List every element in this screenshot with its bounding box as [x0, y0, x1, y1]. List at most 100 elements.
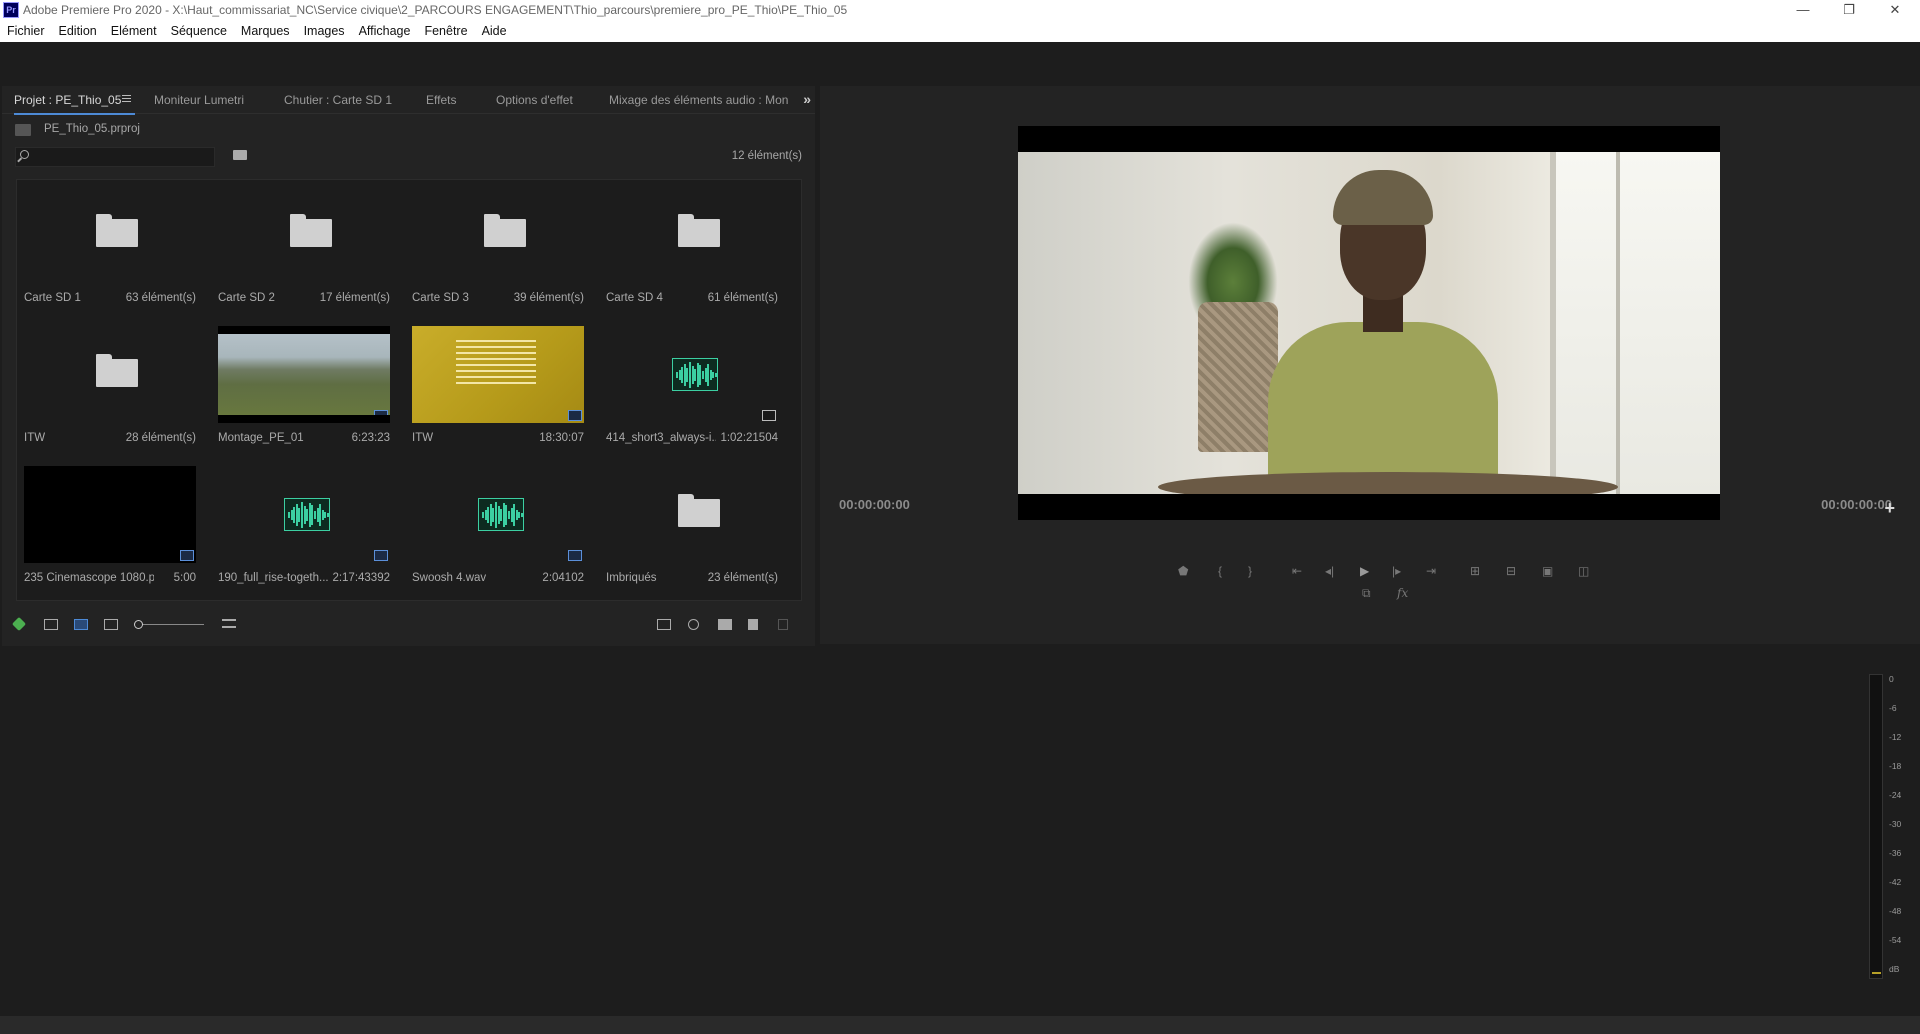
menu-marques[interactable]: Marques	[241, 21, 290, 38]
sequence-icon	[568, 410, 582, 421]
menu-affichage[interactable]: Affichage	[359, 21, 411, 38]
audio-waveform-icon	[284, 498, 330, 531]
thumbnail	[218, 326, 390, 423]
meter-tick: -12	[1889, 732, 1902, 742]
tab-lumetri[interactable]: Moniteur Lumetri	[154, 93, 244, 107]
project-item-imbriques[interactable]: Imbriqués 23 élément(s)	[599, 460, 792, 600]
item-meta: 5:00	[173, 572, 196, 584]
add-marker-icon[interactable]: ⬟	[1178, 564, 1188, 578]
go-to-out-icon[interactable]: ⇥	[1426, 564, 1436, 578]
go-to-in-icon[interactable]: ⇤	[1292, 564, 1302, 578]
lift-icon[interactable]: ⊞	[1470, 564, 1480, 578]
thumbnail	[606, 466, 778, 563]
menu-sequence[interactable]: Séquence	[171, 21, 227, 38]
global-fx-mute-icon[interactable]: fx	[1397, 586, 1408, 600]
audio-waveform-icon	[672, 358, 718, 391]
item-name: Carte SD 3	[412, 292, 469, 304]
tab-effects[interactable]: Effets	[426, 93, 456, 107]
panel-menu-icon[interactable]	[122, 95, 131, 96]
tab-project[interactable]: Projet : PE_Thio_05	[14, 93, 136, 115]
menu-edition[interactable]: Edition	[59, 21, 97, 38]
play-icon[interactable]: ▶	[1360, 564, 1369, 578]
project-item-cinemascope-png[interactable]: 235 Cinemascope 1080.png 5:00	[17, 460, 210, 600]
write-protect-icon[interactable]	[11, 616, 27, 632]
item-meta: 2:17:43392	[332, 572, 390, 584]
item-name: Imbriqués	[606, 572, 657, 584]
thumbnail	[218, 466, 390, 563]
project-item-carte-sd-2[interactable]: Carte SD 2 17 élément(s)	[211, 180, 404, 320]
project-item-montage-pe-01[interactable]: Montage_PE_01 6:23:23	[211, 320, 404, 460]
window-title: Adobe Premiere Pro 2020 - X:\Haut_commis…	[23, 3, 848, 17]
minimize-button[interactable]: —	[1780, 0, 1826, 21]
audio-clip-icon	[568, 550, 582, 561]
tab-audio-mixer[interactable]: Mixage des éléments audio : Mon	[609, 93, 788, 107]
new-item-icon[interactable]	[748, 619, 758, 630]
trash-icon[interactable]	[778, 619, 788, 630]
project-search[interactable]	[15, 147, 215, 167]
tab-effect-controls[interactable]: Options d'effet	[496, 93, 573, 107]
project-item-carte-sd-3[interactable]: Carte SD 3 39 élément(s)	[405, 180, 598, 320]
item-meta: 18:30:07	[539, 432, 584, 444]
project-item-itw-sequence[interactable]: ITW 18:30:07	[405, 320, 598, 460]
playhead-timecode[interactable]: 00:00:00:00	[839, 497, 910, 512]
export-frame-icon[interactable]: ▣	[1542, 564, 1553, 578]
item-name: ITW	[412, 432, 434, 444]
project-item-190-full-rise[interactable]: 190_full_rise-togeth... 2:17:43392	[211, 460, 404, 600]
meter-tick: -18	[1889, 761, 1902, 771]
waveform-bar	[521, 512, 523, 517]
restore-button[interactable]: ❐	[1826, 0, 1872, 21]
thumbnail	[412, 466, 584, 563]
thumbnail	[606, 326, 778, 423]
button-editor-icon[interactable]: +	[1884, 498, 1895, 519]
new-bin-icon[interactable]	[718, 619, 732, 630]
project-grid: Carte SD 1 63 élément(s) Carte SD 2 17 é…	[16, 179, 802, 601]
sort-icons-icon[interactable]	[222, 619, 236, 628]
freeform-view-icon[interactable]	[104, 619, 118, 630]
mark-out-icon[interactable]: }	[1248, 564, 1252, 578]
item-count: 12 élément(s)	[731, 150, 802, 162]
item-meta: 2:04102	[542, 572, 584, 584]
search-input[interactable]	[36, 149, 212, 165]
new-search-bin-icon[interactable]	[233, 150, 247, 160]
icon-view-icon[interactable]	[74, 619, 88, 630]
step-back-icon[interactable]: ◂|	[1325, 564, 1334, 578]
extract-icon[interactable]: ⊟	[1506, 564, 1516, 578]
mark-in-icon[interactable]: {	[1218, 564, 1222, 578]
audio-meter: 0 -6 -12 -18 -24 -30 -36 -42 -48 -54 dB	[1867, 672, 1913, 982]
toggle-proxies-icon[interactable]: ⧉	[1362, 586, 1371, 601]
project-item-itw-folder[interactable]: ITW 28 élément(s)	[17, 320, 210, 460]
thumbnail	[412, 186, 584, 283]
tabs-overflow-icon[interactable]: »	[803, 91, 811, 107]
menu-images[interactable]: Images	[304, 21, 345, 38]
menu-element[interactable]: Elément	[111, 21, 157, 38]
sequence-icon	[374, 410, 388, 421]
automate-to-sequence-icon[interactable]	[657, 619, 671, 630]
project-item-carte-sd-1[interactable]: Carte SD 1 63 élément(s)	[17, 180, 210, 320]
zoom-slider[interactable]	[134, 620, 204, 629]
thumbnail	[24, 186, 196, 283]
search-icon	[20, 150, 29, 159]
menu-fenetre[interactable]: Fenêtre	[424, 21, 467, 38]
item-name: Carte SD 1	[24, 292, 81, 304]
close-button[interactable]: ✕	[1872, 0, 1918, 21]
item-meta: 61 élément(s)	[707, 292, 778, 304]
thumbnail	[606, 186, 778, 283]
find-icon[interactable]	[688, 619, 699, 630]
tab-bin-sd1[interactable]: Chutier : Carte SD 1	[284, 93, 392, 107]
item-name: ITW	[24, 432, 46, 444]
project-item-carte-sd-4[interactable]: Carte SD 4 61 élément(s)	[599, 180, 792, 320]
preview-basket	[1198, 302, 1278, 452]
project-item-swoosh-4[interactable]: Swoosh 4.wav 2:04102	[405, 460, 598, 600]
item-name: 235 Cinemascope 1080.png	[24, 572, 154, 584]
item-name: Swoosh 4.wav	[412, 572, 487, 584]
comparison-view-icon[interactable]: ◫	[1578, 564, 1589, 578]
menu-fichier[interactable]: Fichier	[7, 21, 45, 38]
menu-aide[interactable]: Aide	[482, 21, 507, 38]
meter-tick: -36	[1889, 848, 1902, 858]
project-file-icon	[15, 124, 31, 136]
list-view-icon[interactable]	[44, 619, 58, 630]
project-item-414-short3[interactable]: 414_short3_always-i... 1:02:21504	[599, 320, 792, 460]
project-filename: PE_Thio_05.prproj	[44, 123, 140, 135]
step-forward-icon[interactable]: |▸	[1392, 564, 1401, 578]
premiere-logo-icon: Pr	[3, 2, 19, 18]
